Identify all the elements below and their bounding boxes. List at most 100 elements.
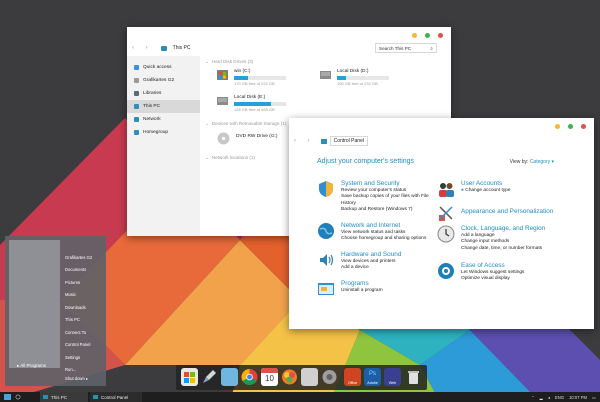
- category-title[interactable]: System and Security: [341, 180, 441, 187]
- sidebar-item-user[interactable]: Grafikartes G2: [127, 74, 200, 87]
- start-menu-items: Grafikartes G2 Documents Pictures Music …: [65, 251, 105, 376]
- start-item-run[interactable]: Run...: [65, 364, 105, 377]
- homegroup-icon: [134, 130, 139, 135]
- start-item-settings[interactable]: Settings: [65, 351, 105, 364]
- sidebar-item-homegroup[interactable]: Homegroup: [127, 126, 200, 139]
- view-by-dropdown[interactable]: Category ▾: [530, 159, 554, 165]
- category-link[interactable]: Add a device: [341, 265, 401, 271]
- library-icon: [134, 91, 139, 96]
- category-title[interactable]: User Accounts: [461, 180, 511, 187]
- sidebar-item-this-pc[interactable]: This PC: [127, 100, 200, 113]
- calendar-icon[interactable]: 10: [261, 368, 278, 386]
- drive-usage-bar: [234, 102, 286, 106]
- start-item-user[interactable]: Grafikartes G2: [65, 251, 105, 264]
- start-item-downloads[interactable]: Downloads: [65, 301, 105, 314]
- drive-item[interactable]: Local Disk (E:) 128 GB free of 465 GB: [217, 95, 286, 112]
- start-item-control-panel[interactable]: Control Panel: [65, 339, 105, 352]
- drive-free-space: 190 GB free of 232 GB: [337, 81, 378, 86]
- category-title[interactable]: Appearance and Personalization: [461, 208, 553, 215]
- rocket-icon[interactable]: [201, 368, 218, 386]
- office-icon[interactable]: Office: [344, 368, 361, 386]
- start-item-pictures[interactable]: Pictures: [65, 276, 105, 289]
- chrome-icon[interactable]: [241, 368, 258, 386]
- web-icon[interactable]: Web: [384, 368, 401, 386]
- sidebar-item-label: Quick access: [143, 65, 172, 70]
- start-item-documents[interactable]: Documents: [65, 264, 105, 277]
- category-appearance: Appearance and Personalization: [437, 204, 553, 222]
- category-title[interactable]: Ease of Access: [461, 262, 524, 269]
- category-link[interactable]: Choose homegroup and sharing options: [341, 236, 426, 242]
- category-hardware-sound: Hardware and Sound View devices and prin…: [317, 251, 401, 272]
- drive-name: win (C:): [234, 69, 251, 74]
- breadcrumb[interactable]: This PC: [173, 45, 191, 51]
- minimize-button[interactable]: [412, 33, 417, 38]
- computer-icon: [134, 104, 139, 109]
- close-button[interactable]: [581, 124, 586, 129]
- clock[interactable]: 10:07 PM: [569, 395, 587, 400]
- close-button[interactable]: [438, 33, 443, 38]
- start-item-this-pc[interactable]: This PC: [65, 314, 105, 327]
- tag-icon[interactable]: [221, 368, 238, 386]
- dock-item-label: Adobe: [367, 381, 378, 385]
- shutdown-label: Shut down: [65, 376, 85, 381]
- drive-usage-bar: [234, 76, 286, 80]
- drive-free-space: 128 GB free of 465 GB: [234, 107, 275, 112]
- ease-icon: [438, 263, 454, 279]
- all-programs-label: All Programs: [20, 363, 47, 368]
- category-link[interactable]: Save backup copies of your files with Fi…: [341, 194, 441, 207]
- dock-item-label: Web: [388, 381, 397, 385]
- all-programs-button[interactable]: ▸ All Programs: [17, 363, 46, 369]
- photos-icon[interactable]: [281, 368, 298, 386]
- minimize-button[interactable]: [555, 124, 560, 129]
- view-by-selector[interactable]: View by: Category ▾: [510, 159, 554, 165]
- drive-usage-bar: [337, 76, 389, 80]
- sidebar-item-quick-access[interactable]: Quick access: [127, 61, 200, 74]
- network-icon: [134, 117, 139, 122]
- category-link-with-shield[interactable]: ● Change account type: [461, 188, 511, 194]
- contacts-icon[interactable]: [301, 368, 318, 386]
- drive-item[interactable]: win (C:) 170 GB free of 232 GB: [217, 69, 286, 86]
- maximize-button[interactable]: [425, 33, 430, 38]
- shutdown-button[interactable]: Shut down ▸: [65, 376, 88, 381]
- tray-up-arrow-icon[interactable]: ⌃: [531, 395, 535, 400]
- category-title[interactable]: Hardware and Sound: [341, 251, 401, 258]
- notifications-icon[interactable]: ▭: [592, 395, 596, 400]
- network-tray-icon[interactable]: ▂: [540, 395, 543, 400]
- category-link[interactable]: Backup and Restore (Windows 7): [341, 207, 441, 213]
- back-forward-arrows-icon[interactable]: ‹ ›: [294, 138, 315, 144]
- search-icon: ⌕: [430, 46, 433, 51]
- taskbar-item-this-pc[interactable]: This PC: [40, 392, 88, 402]
- photoshop-icon[interactable]: Ps Adobe: [364, 368, 381, 386]
- category-title[interactable]: Network and Internet: [341, 222, 426, 229]
- category-title[interactable]: Clock, Language, and Region: [461, 225, 545, 232]
- taskbar-item-control-panel[interactable]: Control Panel: [90, 392, 142, 402]
- recycle-bin-icon[interactable]: [405, 368, 422, 386]
- hard-disk-icon: [217, 97, 228, 105]
- start-item-connect-to[interactable]: Connect To: [65, 326, 105, 339]
- sidebar-item-libraries[interactable]: Libraries: [127, 87, 200, 100]
- taskbar-item-label: This PC: [51, 394, 68, 400]
- dvd-drive-icon: [217, 132, 230, 145]
- shield-small-icon: ●: [461, 188, 464, 193]
- sidebar-item-network[interactable]: Network: [127, 113, 200, 126]
- start-tiles-icon[interactable]: [181, 368, 198, 386]
- maximize-button[interactable]: [568, 124, 573, 129]
- drive-name: Local Disk (E:): [234, 95, 266, 100]
- category-title[interactable]: Programs: [341, 280, 383, 287]
- category-link[interactable]: Optimize visual display: [461, 276, 524, 282]
- search-input[interactable]: Search This PC ⌕: [375, 43, 437, 53]
- category-link[interactable]: Change date, time, or number formats: [461, 246, 545, 252]
- back-forward-arrows-icon[interactable]: ‹ ›: [132, 45, 153, 51]
- settings-gear-icon[interactable]: [321, 368, 338, 386]
- drive-item[interactable]: Local Disk (D:) 190 GB free of 232 GB: [320, 69, 389, 86]
- start-item-music[interactable]: Music: [65, 289, 105, 302]
- language-indicator[interactable]: ENG: [555, 395, 564, 400]
- volume-tray-icon[interactable]: ◂: [548, 395, 550, 400]
- start-button[interactable]: [4, 394, 11, 400]
- search-icon[interactable]: [15, 394, 21, 400]
- category-link[interactable]: Uninstall a program: [341, 288, 383, 294]
- group-header-hard-disks[interactable]: ⌄ Hard Disk Drives (3): [205, 57, 445, 66]
- drive-item[interactable]: DVD RW Drive (G:): [217, 131, 277, 145]
- sidebar-item-label: This PC: [143, 104, 161, 109]
- breadcrumb[interactable]: Control Panel: [329, 136, 368, 146]
